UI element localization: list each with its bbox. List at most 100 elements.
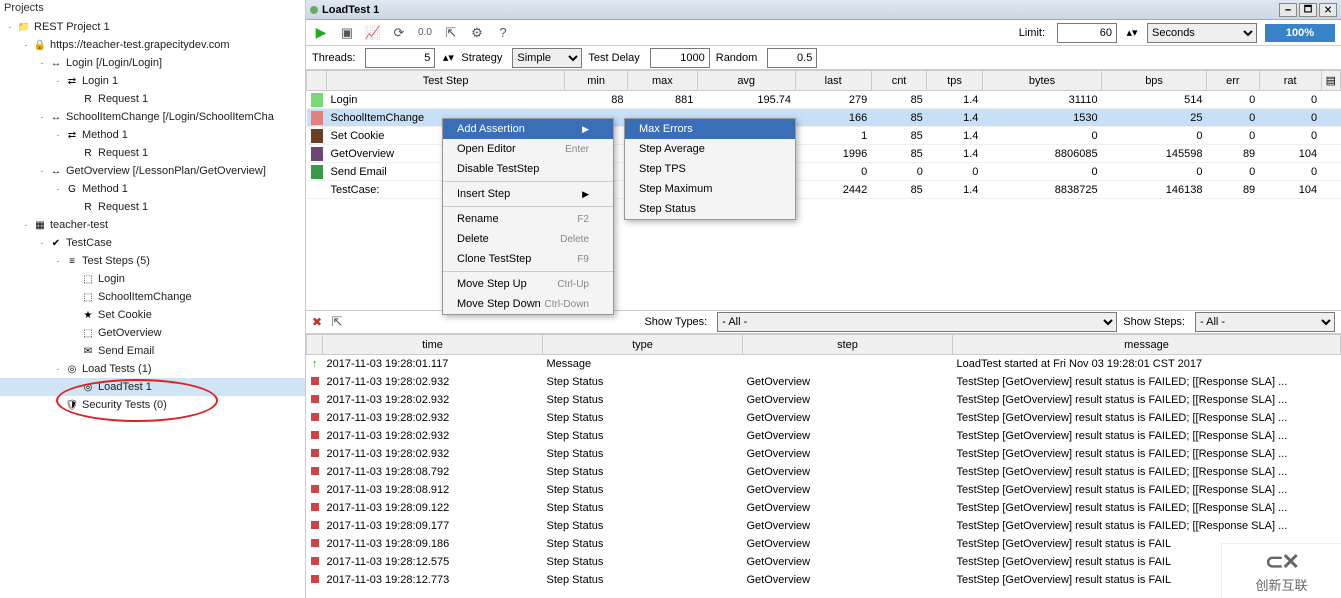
tree-icon: G — [64, 181, 80, 197]
stats-header[interactable]: bytes — [982, 71, 1101, 91]
stats-header[interactable]: cnt — [871, 71, 927, 91]
history-icon[interactable]: ⟳ — [390, 24, 408, 42]
random-input[interactable] — [767, 48, 817, 68]
tree-label: Security Tests (0) — [82, 399, 167, 411]
tree-label: Request 1 — [98, 201, 148, 213]
tree-item[interactable]: -⇄Method 1 — [0, 126, 305, 144]
close-button[interactable]: 🗙 — [1319, 3, 1337, 17]
tree-item[interactable]: -↔SchoolItemChange [/Login/SchoolItemCha — [0, 108, 305, 126]
tree-item[interactable]: ✉Send Email — [0, 342, 305, 360]
show-types-select[interactable]: - All - — [717, 312, 1117, 332]
log-row[interactable]: 2017-11-03 19:28:09.122Step StatusGetOve… — [307, 499, 1341, 517]
tree-icon: ↔ — [48, 163, 64, 179]
threads-input[interactable] — [365, 48, 435, 68]
clear-log-icon[interactable]: ✖ — [312, 315, 322, 329]
stats-header[interactable]: min — [565, 71, 628, 91]
tree-item[interactable]: ⬚SchoolItemChange — [0, 288, 305, 306]
tree-item[interactable]: ⬚GetOverview — [0, 324, 305, 342]
limit-input[interactable] — [1057, 23, 1117, 43]
log-row[interactable]: 2017-11-03 19:28:09.186Step StatusGetOve… — [307, 535, 1341, 553]
tree-item[interactable]: RRequest 1 — [0, 144, 305, 162]
minimize-button[interactable]: 🗕 — [1279, 3, 1297, 17]
tree-item[interactable]: -GMethod 1 — [0, 180, 305, 198]
project-tree[interactable]: -📁REST Project 1-🔒https://teacher-test.g… — [0, 16, 305, 416]
log-row[interactable]: 2017-11-03 19:28:02.932Step StatusGetOve… — [307, 373, 1341, 391]
stats-header[interactable]: tps — [927, 71, 983, 91]
log-header[interactable]: type — [543, 335, 743, 355]
strategy-select[interactable]: Simple — [512, 48, 582, 68]
export-log-icon[interactable]: ⇱ — [328, 313, 346, 331]
menu-item[interactable]: Move Step DownCtrl-Down — [443, 294, 613, 314]
menu-item[interactable]: RenameF2 — [443, 209, 613, 229]
menu-item[interactable]: Max Errors — [625, 119, 795, 139]
stats-header[interactable]: bps — [1102, 71, 1207, 91]
tree-item[interactable]: ⬚Login — [0, 270, 305, 288]
log-row[interactable]: 2017-11-03 19:28:09.177Step StatusGetOve… — [307, 517, 1341, 535]
tree-item[interactable]: -⇄Login 1 — [0, 72, 305, 90]
stats-row[interactable]: Login88881195.74279851.43111051400 — [307, 91, 1341, 109]
threads-stepper[interactable]: ▴▾ — [441, 51, 455, 64]
tree-item[interactable]: -↔Login [/Login/Login] — [0, 54, 305, 72]
menu-item[interactable]: Step Average — [625, 139, 795, 159]
log-row[interactable]: 2017-11-03 19:28:02.932Step StatusGetOve… — [307, 391, 1341, 409]
tree-item[interactable]: -🔒https://teacher-test.grapecitydev.com — [0, 36, 305, 54]
log-row[interactable]: 2017-11-03 19:28:02.932Step StatusGetOve… — [307, 445, 1341, 463]
help-icon[interactable]: ? — [494, 24, 512, 42]
tree-item[interactable]: -◎Load Tests (1) — [0, 360, 305, 378]
run-icon[interactable]: ▶ — [312, 24, 330, 42]
stats-header[interactable]: last — [795, 71, 871, 91]
limit-stepper[interactable]: ▴▾ — [1125, 26, 1139, 39]
stats-header[interactable]: rat — [1259, 71, 1321, 91]
menu-item[interactable]: Step Maximum — [625, 179, 795, 199]
tree-item[interactable]: -↔GetOverview [/LessonPlan/GetOverview] — [0, 162, 305, 180]
menu-item[interactable]: Open EditorEnter — [443, 139, 613, 159]
log-table[interactable]: timetypestepmessage↑2017-11-03 19:28:01.… — [306, 334, 1341, 589]
menu-item[interactable]: Step Status — [625, 199, 795, 219]
menu-item[interactable]: Disable TestStep — [443, 159, 613, 179]
main-toolbar: ▶ ▣ 📈 ⟳ 0.0 ⇱ ⚙ ? Limit: ▴▾ Seconds 100% — [306, 20, 1341, 46]
menu-item[interactable]: Move Step UpCtrl-Up — [443, 274, 613, 294]
tree-item[interactable]: RRequest 1 — [0, 198, 305, 216]
tree-item[interactable]: ★Set Cookie — [0, 306, 305, 324]
tree-label: Request 1 — [98, 93, 148, 105]
menu-item[interactable]: DeleteDelete — [443, 229, 613, 249]
stats-header[interactable]: max — [627, 71, 697, 91]
context-submenu[interactable]: Max ErrorsStep AverageStep TPSStep Maxim… — [624, 118, 796, 220]
log-row[interactable]: ↑2017-11-03 19:28:01.117MessageLoadTest … — [307, 355, 1341, 373]
log-header[interactable]: time — [323, 335, 543, 355]
testdelay-input[interactable] — [650, 48, 710, 68]
menu-item[interactable]: Clone TestStepF9 — [443, 249, 613, 269]
menu-item[interactable]: Add Assertion▶ — [443, 119, 613, 139]
tree-item[interactable]: -▦teacher-test — [0, 216, 305, 234]
menu-item[interactable]: Step TPS — [625, 159, 795, 179]
menu-item[interactable]: Insert Step▶ — [443, 184, 613, 204]
stats-header[interactable]: Test Step — [327, 71, 565, 91]
maximize-button[interactable]: 🗖 — [1299, 3, 1317, 17]
log-row[interactable]: 2017-11-03 19:28:02.932Step StatusGetOve… — [307, 409, 1341, 427]
tree-item[interactable]: RRequest 1 — [0, 90, 305, 108]
stats-header[interactable]: avg — [697, 71, 795, 91]
log-row[interactable]: 2017-11-03 19:28:02.932Step StatusGetOve… — [307, 427, 1341, 445]
context-menu[interactable]: Add Assertion▶Open EditorEnterDisable Te… — [442, 118, 614, 315]
stats-header[interactable]: err — [1207, 71, 1260, 91]
log-section: timetypestepmessage↑2017-11-03 19:28:01.… — [306, 334, 1341, 598]
export-icon[interactable]: ⇱ — [442, 24, 460, 42]
log-row[interactable]: 2017-11-03 19:28:12.773Step StatusGetOve… — [307, 571, 1341, 589]
log-row[interactable]: 2017-11-03 19:28:08.912Step StatusGetOve… — [307, 481, 1341, 499]
tree-item[interactable]: -≡Test Steps (5) — [0, 252, 305, 270]
tree-item[interactable]: 🛡Security Tests (0) — [0, 396, 305, 414]
tree-item[interactable]: -📁REST Project 1 — [0, 18, 305, 36]
options-icon[interactable]: ⚙ — [468, 24, 486, 42]
limit-unit-select[interactable]: Seconds — [1147, 23, 1257, 43]
show-steps-select[interactable]: - All - — [1195, 312, 1335, 332]
tree-item[interactable]: -✔TestCase — [0, 234, 305, 252]
log-row[interactable]: 2017-11-03 19:28:08.792Step StatusGetOve… — [307, 463, 1341, 481]
tree-item[interactable]: ◎LoadTest 1 — [0, 378, 305, 396]
log-header[interactable]: step — [743, 335, 953, 355]
log-header[interactable]: message — [953, 335, 1341, 355]
stats-icon[interactable]: 📈 — [364, 24, 382, 42]
stop-icon[interactable]: ▣ — [338, 24, 356, 42]
reset-icon[interactable]: 0.0 — [416, 24, 434, 42]
log-header[interactable] — [307, 335, 323, 355]
log-row[interactable]: 2017-11-03 19:28:12.575Step StatusGetOve… — [307, 553, 1341, 571]
